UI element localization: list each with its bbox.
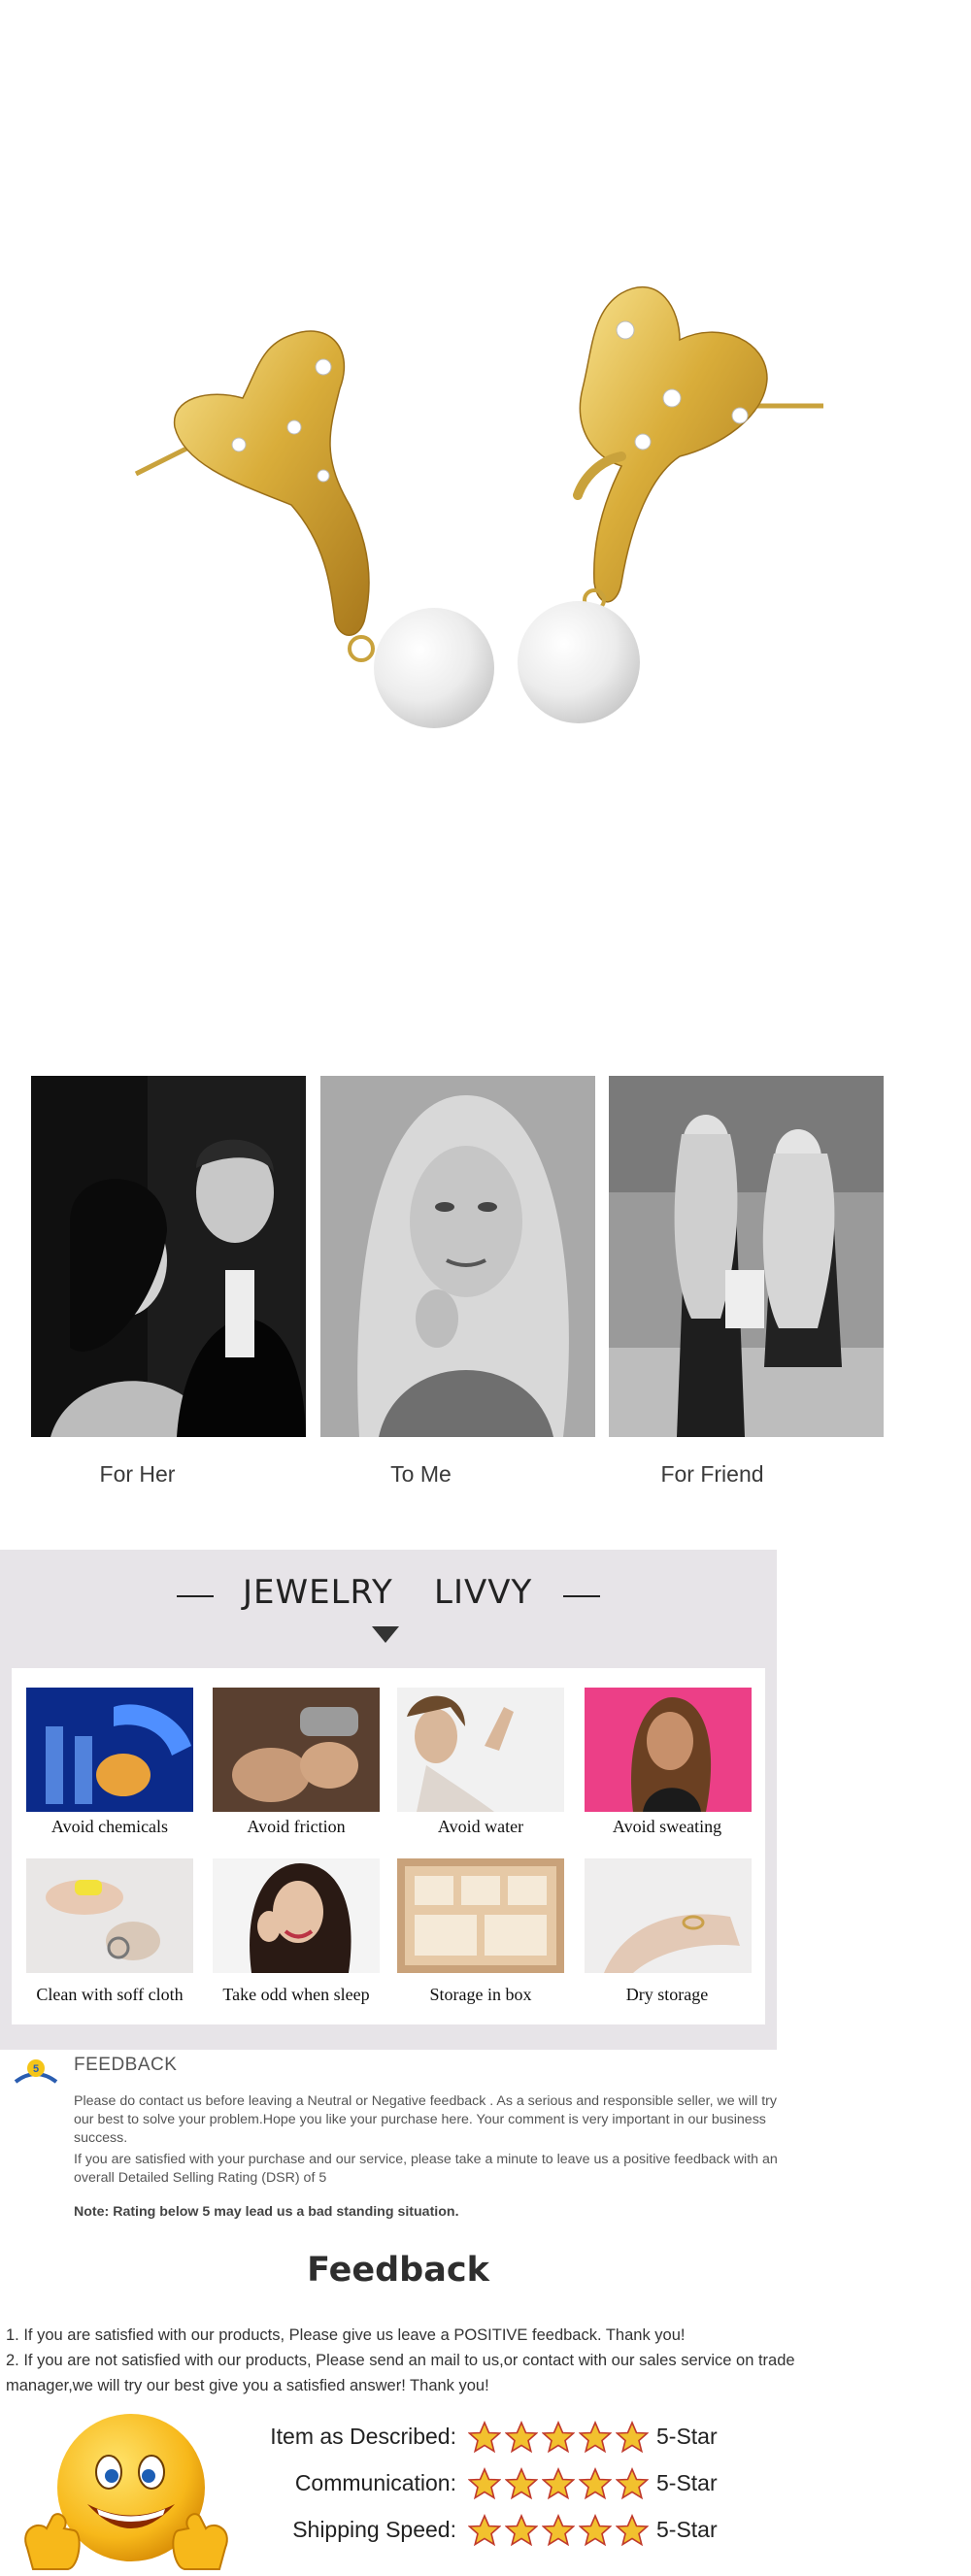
star-icon <box>579 2467 612 2500</box>
brand-dash-left <box>177 1595 214 1597</box>
star-icon <box>468 2421 501 2454</box>
avoid-sweating-image <box>585 1688 752 1812</box>
photo-to-me <box>320 1076 595 1437</box>
avoid-chemicals-image <box>26 1688 193 1812</box>
label-avoid-friction: Avoid friction <box>247 1817 346 1836</box>
dry-storage-image <box>585 1858 752 1973</box>
rating-stars-communication <box>468 2467 653 2500</box>
feedback-note: Note: Rating below 5 may lead us a bad s… <box>74 2204 459 2220</box>
clean-cloth-image <box>26 1858 193 1973</box>
star-icon <box>505 2467 538 2500</box>
left-earring <box>134 330 494 728</box>
take-off-sleep-image <box>213 1858 380 1973</box>
photo-for-her <box>31 1076 306 1437</box>
rating-value-item: 5-Star <box>656 2424 718 2449</box>
rating-label-item: Item as Described: <box>270 2424 456 2449</box>
photo-for-friend <box>609 1076 884 1437</box>
triangle-down-icon <box>372 1626 399 1643</box>
care-grid: Avoid chemicals Avoid friction Avoid wat… <box>12 1668 765 2024</box>
right-earring <box>518 285 823 723</box>
label-dry-storage: Dry storage <box>625 1985 709 2004</box>
star-icon <box>468 2467 501 2500</box>
feedback-paragraph-2: If you are satisfied with your purchase … <box>74 2152 778 2186</box>
feedback-heading: FEEDBACK <box>74 2055 178 2075</box>
label-to-me: To Me <box>390 1461 452 1487</box>
avoid-water-image <box>397 1688 564 1812</box>
star-icon <box>579 2421 612 2454</box>
star-icon <box>616 2421 649 2454</box>
feedback-title: Feedback <box>307 2251 489 2290</box>
star-icon <box>616 2467 649 2500</box>
rating-value-shipping: 5-Star <box>656 2517 718 2542</box>
five-star-badge-icon: 5 <box>14 2059 58 2084</box>
brand-jewelry: JEWELRY <box>243 1573 393 1612</box>
product-image <box>0 0 971 971</box>
label-for-her: For Her <box>99 1461 176 1487</box>
star-icon <box>542 2421 575 2454</box>
svg-text:5: 5 <box>33 2063 39 2075</box>
rating-label-communication: Communication: <box>294 2470 456 2495</box>
brand-livvy: LIVVY <box>434 1573 533 1612</box>
star-icon <box>505 2421 538 2454</box>
label-for-friend: For Friend <box>660 1461 764 1487</box>
brand-dash-right <box>563 1595 600 1597</box>
star-icon <box>542 2467 575 2500</box>
label-avoid-sweating: Avoid sweating <box>612 1817 722 1836</box>
star-icon <box>579 2514 612 2547</box>
star-icon <box>616 2514 649 2547</box>
rating-value-communication: 5-Star <box>656 2470 718 2495</box>
label-storage-box: Storage in box <box>429 1985 532 2004</box>
rating-label-shipping: Shipping Speed: <box>292 2517 456 2542</box>
storage-box-image <box>397 1858 564 1973</box>
avoid-friction-image <box>213 1688 380 1812</box>
label-take-off-sleep: Take odd when sleep <box>222 1985 370 2004</box>
label-clean-cloth: Clean with soff cloth <box>36 1985 184 2004</box>
label-avoid-chemicals: Avoid chemicals <box>50 1817 169 1836</box>
feedback-line-1: 1. If you are satisfied with our product… <box>6 2326 686 2344</box>
star-icon <box>468 2514 501 2547</box>
star-icon <box>542 2514 575 2547</box>
rating-stars-shipping <box>468 2514 653 2547</box>
label-avoid-water: Avoid water <box>437 1817 524 1836</box>
feedback-line-2: 2. If you are not satisfied with our pro… <box>6 2352 795 2394</box>
feedback-paragraph-1: Please do contact us before leaving a Ne… <box>74 2093 777 2146</box>
star-icon <box>505 2514 538 2547</box>
rating-stars-item <box>468 2421 653 2454</box>
